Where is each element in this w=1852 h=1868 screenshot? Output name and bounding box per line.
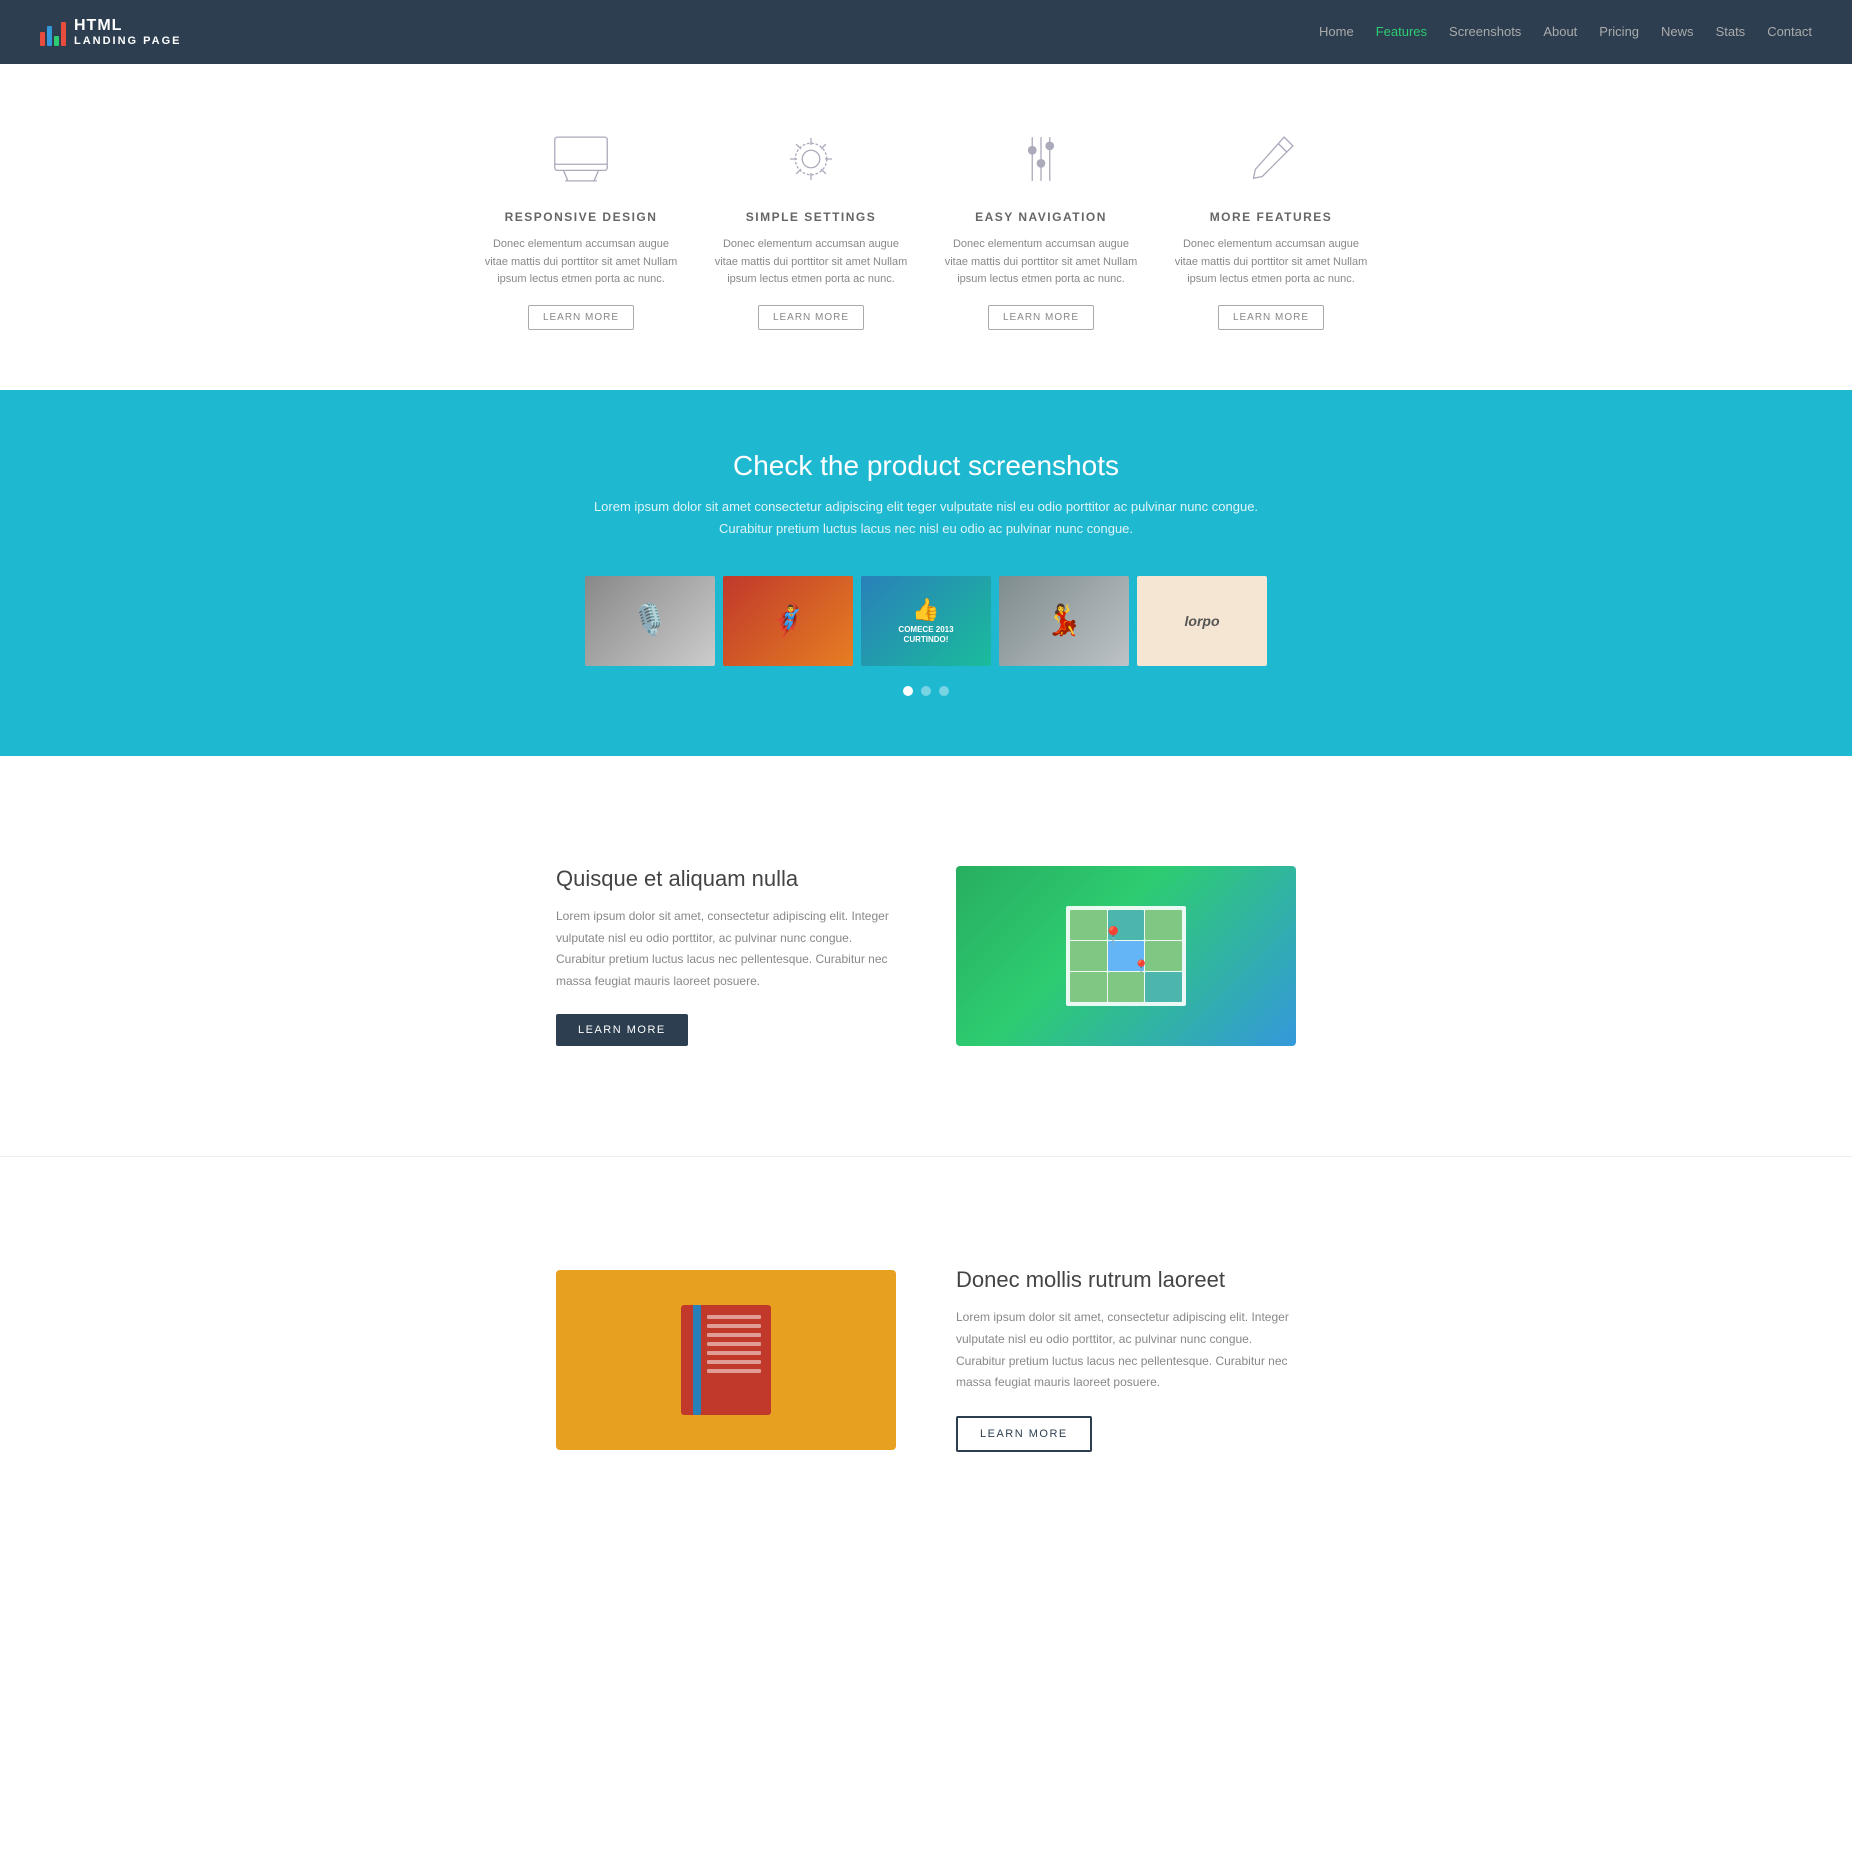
- features-section: RESPONSIVE DESIGN Donec elementum accums…: [0, 64, 1852, 390]
- nav-pricing[interactable]: Pricing: [1599, 24, 1639, 39]
- map-cell-9: [1145, 972, 1182, 1002]
- screenshots-gallery: 🎙️ 🦸‍♂️ 👍 COMECE 2013CURTINDO! 💃 lorpo: [40, 576, 1812, 666]
- brand-text: HTML LANDING PAGE: [74, 17, 182, 47]
- features-grid: RESPONSIVE DESIGN Donec elementum accums…: [476, 124, 1376, 330]
- map-pin-purple: 📍: [1133, 959, 1150, 976]
- monitor-icon: [546, 124, 616, 194]
- screenshot-thumb-3[interactable]: 👍 COMECE 2013CURTINDO!: [861, 576, 991, 666]
- feature-desc-more: Donec elementum accumsan augue vitae mat…: [1171, 236, 1371, 289]
- logo-icon: [40, 18, 66, 46]
- brand: HTML LANDING PAGE: [40, 17, 182, 47]
- feature-title-navigation: EASY NAVIGATION: [941, 210, 1141, 224]
- feature-card-settings: SIMPLE SETTINGS Donec elementum accumsan…: [711, 124, 911, 330]
- notebook-line-1: [707, 1315, 761, 1319]
- notebook-line-3: [707, 1333, 761, 1337]
- section-notebook-text: Donec mollis rutrum laoreet Lorem ipsum …: [956, 1267, 1296, 1451]
- map-cell-6: [1145, 941, 1182, 971]
- nav-links: Home Features Screenshots About Pricing …: [1319, 23, 1812, 41]
- brand-subtitle: LANDING PAGE: [74, 35, 182, 47]
- feature-desc-settings: Donec elementum accumsan augue vitae mat…: [711, 236, 911, 289]
- learn-more-responsive[interactable]: LEARN MORE: [528, 305, 634, 330]
- screenshots-desc: Lorem ipsum dolor sit amet consectetur a…: [40, 496, 1812, 540]
- feature-card-more: MORE FEATURES Donec elementum accumsan a…: [1171, 124, 1371, 330]
- section-map: Quisque et aliquam nulla Lorem ipsum dol…: [476, 806, 1376, 1106]
- learn-more-more[interactable]: LEARN MORE: [1218, 305, 1324, 330]
- section-notebook-desc: Lorem ipsum dolor sit amet, consectetur …: [956, 1307, 1296, 1393]
- map-illustration: 📍 📍: [956, 866, 1296, 1046]
- feature-title-settings: SIMPLE SETTINGS: [711, 210, 911, 224]
- section-notebook-image: [556, 1270, 896, 1450]
- pencil-icon: [1236, 124, 1306, 194]
- notebook-line-2: [707, 1324, 761, 1328]
- notebook-line-4: [707, 1342, 761, 1346]
- section-map-desc: Lorem ipsum dolor sit amet, consectetur …: [556, 906, 896, 992]
- section-notebook: Donec mollis rutrum laoreet Lorem ipsum …: [476, 1207, 1376, 1511]
- gear-icon: [776, 124, 846, 194]
- section-notebook-title: Donec mollis rutrum laoreet: [956, 1267, 1296, 1293]
- map-cell-8: [1108, 972, 1145, 1002]
- screenshot-thumb-1[interactable]: 🎙️: [585, 576, 715, 666]
- screenshot-thumb-4[interactable]: 💃: [999, 576, 1129, 666]
- feature-card-responsive: RESPONSIVE DESIGN Donec elementum accums…: [481, 124, 681, 330]
- brand-title: HTML: [74, 17, 182, 35]
- notebook-line-6: [707, 1360, 761, 1364]
- map-pin-red: 📍: [1102, 926, 1124, 947]
- notebook-line-7: [707, 1369, 761, 1373]
- screenshots-title: Check the product screenshots: [40, 450, 1812, 482]
- gallery-dot-2[interactable]: [921, 686, 931, 696]
- gallery-dot-1[interactable]: [903, 686, 913, 696]
- sliders-icon: [1006, 124, 1076, 194]
- learn-more-settings[interactable]: LEARN MORE: [758, 305, 864, 330]
- nav-news[interactable]: News: [1661, 24, 1694, 39]
- feature-title-responsive: RESPONSIVE DESIGN: [481, 210, 681, 224]
- notebook-illustration: [556, 1270, 896, 1450]
- section-map-btn[interactable]: LEARN MORE: [556, 1014, 688, 1046]
- learn-more-navigation[interactable]: LEARN MORE: [988, 305, 1094, 330]
- nav-stats[interactable]: Stats: [1716, 24, 1746, 39]
- nav-features[interactable]: Features: [1376, 24, 1427, 39]
- nav-contact[interactable]: Contact: [1767, 24, 1812, 39]
- section-map-text: Quisque et aliquam nulla Lorem ipsum dol…: [556, 866, 896, 1046]
- section-map-image: 📍 📍: [956, 866, 1296, 1046]
- feature-title-more: MORE FEATURES: [1171, 210, 1371, 224]
- nav-home[interactable]: Home: [1319, 24, 1354, 39]
- screenshot-thumb-5[interactable]: lorpo: [1137, 576, 1267, 666]
- map-cell-7: [1070, 972, 1107, 1002]
- feature-card-navigation: EASY NAVIGATION Donec elementum accumsan…: [941, 124, 1141, 330]
- nav-screenshots[interactable]: Screenshots: [1449, 24, 1521, 39]
- notebook-body: [681, 1305, 771, 1415]
- map-cell-3: [1145, 910, 1182, 940]
- screenshot-thumb-2[interactable]: 🦸‍♂️: [723, 576, 853, 666]
- notebook-spine: [693, 1305, 701, 1415]
- section-map-title: Quisque et aliquam nulla: [556, 866, 896, 892]
- feature-desc-navigation: Donec elementum accumsan augue vitae mat…: [941, 236, 1141, 289]
- nav-about[interactable]: About: [1543, 24, 1577, 39]
- screenshots-section: Check the product screenshots Lorem ipsu…: [0, 390, 1852, 756]
- map-fold: 📍 📍: [1066, 906, 1186, 1006]
- section-notebook-btn[interactable]: LEARN MORE: [956, 1416, 1092, 1452]
- notebook-line-5: [707, 1351, 761, 1355]
- gallery-dots: [40, 686, 1812, 696]
- navbar: HTML LANDING PAGE Home Features Screensh…: [0, 0, 1852, 64]
- feature-desc-responsive: Donec elementum accumsan augue vitae mat…: [481, 236, 681, 289]
- gallery-dot-3[interactable]: [939, 686, 949, 696]
